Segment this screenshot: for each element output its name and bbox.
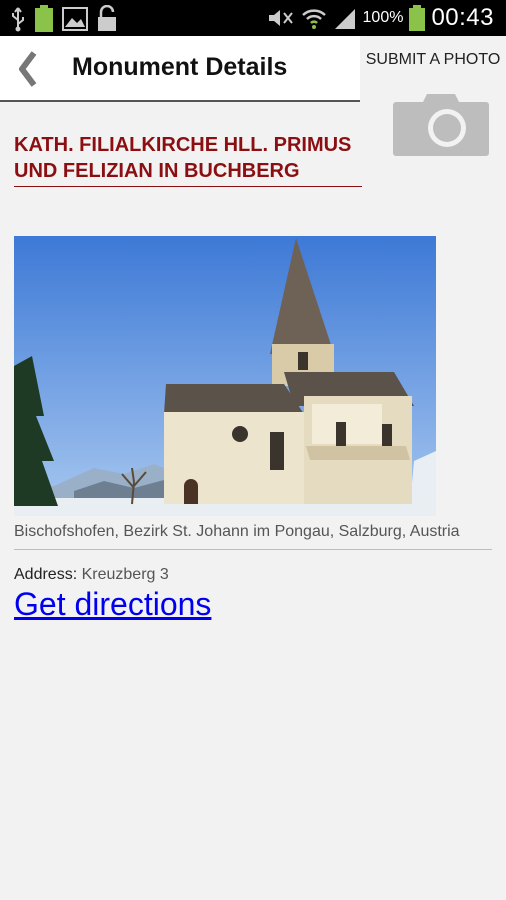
wifi-icon	[301, 9, 326, 29]
submit-photo-button[interactable]: SUBMIT A PHOTO	[360, 36, 506, 164]
location-text: Bischofshofen, Bezirk St. Johann im Pong…	[14, 523, 492, 550]
address: Address: Kreuzberg 3	[14, 566, 169, 584]
app-header: Monument Details	[0, 36, 360, 102]
battery-percent: 100%	[362, 9, 404, 26]
chevron-left-icon[interactable]	[14, 50, 40, 88]
gallery-icon	[62, 7, 88, 31]
submit-photo-label: SUBMIT A PHOTO	[365, 51, 501, 68]
status-bar-right: 100% 00:43	[267, 4, 494, 32]
get-directions-link[interactable]: Get directions	[14, 586, 211, 623]
address-label: Address:	[14, 566, 78, 583]
battery-icon	[409, 5, 426, 31]
unlocked-icon	[98, 5, 116, 31]
status-bar: 100% 00:43	[0, 0, 506, 36]
status-bar-left	[10, 5, 118, 33]
monument-photo[interactable]	[14, 236, 436, 516]
address-value: Kreuzberg 3	[81, 566, 169, 583]
camera-icon	[393, 94, 489, 156]
monument-name: KATH. FILIALKIRCHE HLL. PRIMUS UND FELIZ…	[14, 132, 362, 187]
clock: 00:43	[431, 4, 494, 31]
mute-icon	[268, 10, 293, 26]
page-title: Monument Details	[72, 53, 288, 81]
usb-icon	[12, 7, 24, 32]
battery-full-icon	[35, 5, 53, 32]
signal-icon	[334, 9, 355, 29]
